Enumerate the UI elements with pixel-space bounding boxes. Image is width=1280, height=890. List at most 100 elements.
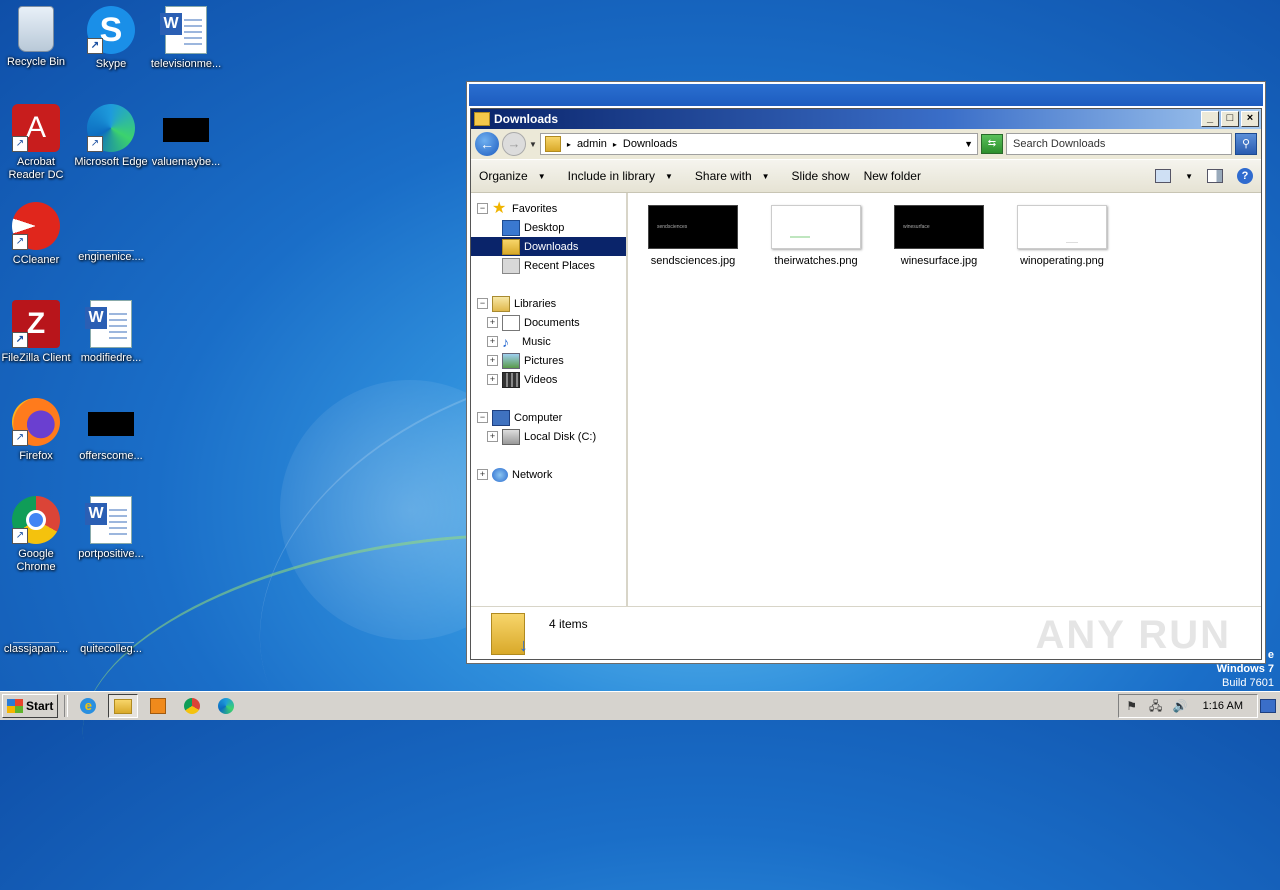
search-icon[interactable]: ⚲: [1235, 133, 1257, 155]
breadcrumb-admin[interactable]: admin: [577, 138, 607, 150]
libraries-icon: [492, 295, 510, 312]
desktop-icon-enginenice[interactable]: enginenice....: [73, 202, 149, 264]
nav-libraries[interactable]: − Libraries: [471, 294, 626, 313]
expand-icon[interactable]: +: [487, 336, 498, 347]
file-name: theirwatches.png: [774, 255, 858, 267]
nav-downloads[interactable]: Downloads: [471, 237, 626, 256]
nav-videos[interactable]: + Videos: [471, 370, 626, 389]
folder-icon: [474, 112, 490, 126]
share-with-button[interactable]: Share with ▼: [695, 169, 770, 183]
nav-favorites[interactable]: − ★ Favorites: [471, 199, 626, 218]
collapse-icon[interactable]: −: [477, 298, 488, 309]
help-icon[interactable]: ?: [1237, 168, 1253, 184]
file-item[interactable]: theirwatches.png: [761, 201, 871, 267]
address-dropdown-icon[interactable]: ▼: [964, 139, 973, 149]
ccleaner-icon: ↗: [12, 202, 60, 250]
search-input[interactable]: Search Downloads: [1006, 133, 1232, 155]
network-icon[interactable]: 🖧: [1149, 699, 1163, 713]
back-button[interactable]: ←: [475, 132, 499, 156]
windows-logo-icon: [7, 699, 23, 713]
taskbar-ie[interactable]: e: [74, 695, 102, 717]
preview-pane-icon[interactable]: [1207, 169, 1223, 183]
chevron-down-icon: ▼: [665, 171, 673, 181]
desktop-icon-acrobat[interactable]: A ↗ Acrobat Reader DC: [0, 104, 74, 182]
network-icon: [492, 467, 508, 482]
desktop-icon-ccleaner[interactable]: ↗ CCleaner: [0, 202, 74, 267]
folder-icon: [544, 136, 561, 152]
expand-icon[interactable]: +: [487, 317, 498, 328]
address-row: ← → ▼ ▸ admin ▸ Downloads ▼ ⇆ Search Dow…: [471, 129, 1261, 159]
change-view-icon[interactable]: [1155, 169, 1172, 183]
taskbar-chrome[interactable]: [178, 695, 206, 717]
expand-icon[interactable]: +: [487, 374, 498, 385]
taskbar-edge[interactable]: [212, 695, 240, 717]
nav-documents[interactable]: + Documents: [471, 313, 626, 332]
organize-button[interactable]: Organize ▼: [479, 169, 546, 183]
desktop-icon-modifiedre[interactable]: W modifiedre...: [73, 300, 149, 365]
minimize-button[interactable]: _: [1201, 111, 1219, 127]
media-player-icon: [150, 698, 167, 714]
desktop-icon: [502, 219, 520, 236]
maximize-button[interactable]: □: [1221, 111, 1239, 127]
word-document-icon: W: [85, 300, 132, 348]
image-file-icon: [88, 412, 134, 436]
nav-local-disk[interactable]: + Local Disk (C:): [471, 427, 626, 446]
address-bar[interactable]: ▸ admin ▸ Downloads ▼: [539, 133, 978, 155]
file-item[interactable]: winoperating.png: [1007, 201, 1117, 267]
taskbar-media-player[interactable]: [144, 695, 172, 717]
desktop-icon-televisionme[interactable]: W televisionme...: [148, 6, 224, 71]
desktop-icon-offerscome[interactable]: offerscome...: [73, 398, 149, 463]
refresh-button[interactable]: ⇆: [981, 134, 1003, 154]
close-button[interactable]: ×: [1241, 111, 1259, 127]
clock[interactable]: 1:16 AM: [1203, 700, 1243, 712]
collapse-icon[interactable]: −: [477, 412, 488, 423]
desktop-icon-skype[interactable]: S ↗ Skype: [73, 6, 149, 71]
expand-icon[interactable]: +: [487, 431, 498, 442]
collapse-icon[interactable]: −: [477, 203, 488, 214]
file-icon: [13, 618, 59, 643]
file-item[interactable]: sendsciences sendsciences.jpg: [638, 201, 748, 267]
image-thumbnail: [1017, 205, 1107, 249]
taskbar-explorer[interactable]: [108, 694, 139, 718]
filezilla-icon: Z ↗: [12, 300, 60, 348]
desktop-icon-valuemaybe[interactable]: valuemaybe...: [148, 104, 224, 169]
desktop-icon-firefox[interactable]: ↗ Firefox: [0, 398, 74, 463]
desktop-icon-quitecolleg[interactable]: quitecolleg...: [73, 594, 149, 656]
recent-pages-dropdown[interactable]: ▼: [529, 140, 537, 149]
forward-button[interactable]: →: [502, 132, 526, 156]
breadcrumb-downloads[interactable]: Downloads: [623, 138, 677, 150]
nav-computer[interactable]: − Computer: [471, 408, 626, 427]
start-button[interactable]: Start: [2, 694, 59, 718]
desktop-icon-portpositive[interactable]: W portpositive...: [73, 496, 149, 561]
new-folder-button[interactable]: New folder: [864, 169, 921, 183]
nav-pictures[interactable]: + Pictures: [471, 351, 626, 370]
computer-icon: [492, 409, 510, 426]
image-thumbnail: sendsciences: [648, 205, 738, 249]
show-desktop-icon[interactable]: [1260, 699, 1276, 713]
nav-network[interactable]: + Network: [471, 465, 626, 484]
chevron-down-icon[interactable]: ▼: [1185, 172, 1193, 181]
desktop-icon-classjapan[interactable]: classjapan....: [0, 594, 74, 656]
expand-icon[interactable]: +: [487, 355, 498, 366]
desktop-icon-chrome[interactable]: ↗ Google Chrome: [0, 496, 74, 574]
disk-icon: [502, 428, 520, 445]
title-bar[interactable]: Downloads _ □ ×: [471, 109, 1261, 129]
chevron-down-icon: ▼: [761, 171, 770, 181]
navigation-pane: − ★ Favorites Desktop Downloads Recent Pla…: [471, 193, 628, 607]
desktop-icon-edge[interactable]: ↗ Microsoft Edge: [67, 104, 155, 169]
desktop-icon-filezilla[interactable]: Z ↗ FileZilla Client: [0, 300, 74, 365]
recent-places-icon: [502, 257, 520, 274]
volume-icon[interactable]: 🔊: [1173, 699, 1188, 713]
flag-icon[interactable]: ⚑: [1125, 699, 1139, 713]
music-icon: ♪: [502, 333, 509, 350]
slide-show-button[interactable]: Slide show: [792, 169, 850, 183]
include-in-library-button[interactable]: Include in library ▼: [568, 169, 673, 183]
chrome-icon: ↗: [12, 496, 60, 544]
file-item[interactable]: winesurface winesurface.jpg: [884, 201, 994, 267]
nav-desktop[interactable]: Desktop: [471, 218, 626, 237]
nav-recent-places[interactable]: Recent Places: [471, 256, 626, 275]
expand-icon[interactable]: +: [477, 469, 488, 480]
desktop-icon-recycle-bin[interactable]: Recycle Bin: [0, 6, 74, 69]
nav-music[interactable]: + ♪ Music: [471, 332, 626, 351]
system-tray: ⚑ 🖧 🔊 1:16 AM: [1117, 694, 1258, 718]
